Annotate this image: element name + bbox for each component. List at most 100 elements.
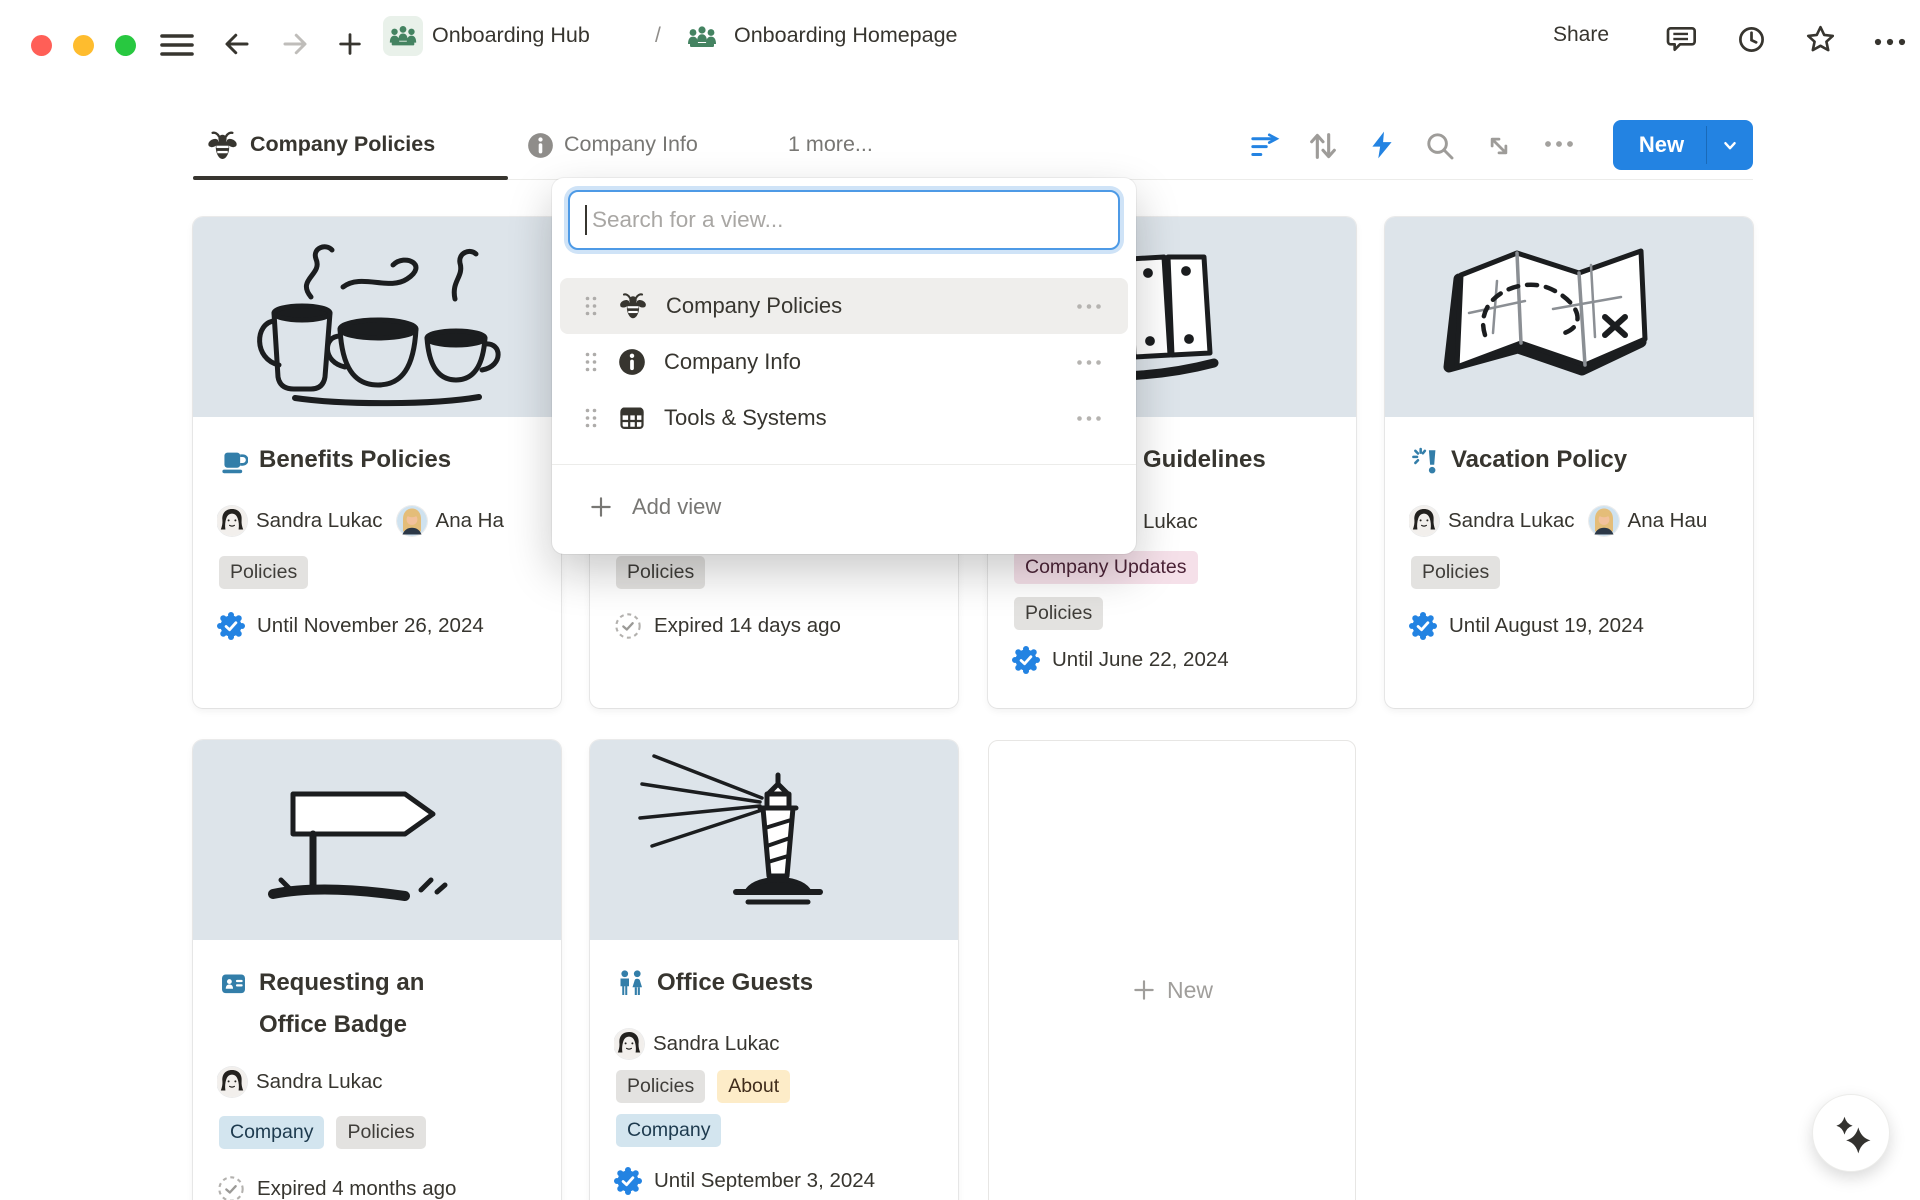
card-status-row: Expired 14 days ago bbox=[614, 607, 841, 645]
window-top-bar: Onboarding Hub / Onboarding Homepage Sha… bbox=[0, 0, 1920, 72]
automations-lightning-icon[interactable] bbox=[1366, 128, 1398, 162]
hamburger-menu-icon[interactable] bbox=[159, 31, 195, 59]
drag-handle-icon[interactable] bbox=[584, 295, 598, 317]
person-name: Lukac bbox=[1143, 510, 1198, 534]
new-button[interactable]: New bbox=[1613, 120, 1753, 170]
view-menu-item-company-info[interactable]: Company Info bbox=[560, 334, 1128, 390]
people-group-icon bbox=[387, 22, 419, 50]
card-office-guests[interactable]: Office Guests Sandra Lukac Policies Abou… bbox=[590, 740, 958, 1200]
card-benefits-policies[interactable]: Benefits Policies Sandra Lukac Ana Ha Po… bbox=[193, 217, 561, 708]
verified-seal-icon bbox=[614, 1167, 642, 1195]
breadcrumb-separator: / bbox=[655, 24, 661, 48]
person-name: Ana Ha bbox=[436, 509, 504, 533]
view-search-box[interactable] bbox=[568, 190, 1120, 250]
new-button-label[interactable]: New bbox=[1613, 120, 1706, 170]
text-cursor bbox=[585, 205, 587, 235]
add-view-label: Add view bbox=[632, 494, 721, 520]
bee-icon bbox=[618, 291, 648, 321]
view-menu-item-label: Company Policies bbox=[666, 293, 1076, 319]
favorite-star-icon[interactable] bbox=[1804, 23, 1837, 56]
two-people-icon bbox=[616, 968, 646, 998]
avatar bbox=[397, 506, 427, 536]
forward-arrow-icon[interactable] bbox=[280, 29, 310, 59]
view-search-input[interactable] bbox=[570, 192, 1118, 248]
close-window-button[interactable] bbox=[31, 35, 52, 56]
more-options-icon[interactable] bbox=[1874, 38, 1908, 46]
chevron-down-icon bbox=[1719, 134, 1741, 156]
card-title-row: Guidelines bbox=[1143, 439, 1266, 481]
view-menu-item-tools-systems[interactable]: Tools & Systems bbox=[560, 390, 1128, 446]
plus-icon bbox=[1131, 977, 1157, 1003]
card-title-row: Requesting anOffice Badge bbox=[219, 962, 424, 1046]
card-tags-row: Policies About bbox=[616, 1070, 790, 1103]
card-people-row: Sandra Lukac Ana Ha bbox=[217, 503, 561, 539]
comments-icon[interactable] bbox=[1664, 23, 1696, 55]
minimize-window-button[interactable] bbox=[73, 35, 94, 56]
map-illustration bbox=[1385, 217, 1753, 417]
history-clock-icon[interactable] bbox=[1736, 24, 1767, 55]
info-circle-icon bbox=[527, 132, 554, 159]
breadcrumb-hub-label[interactable]: Onboarding Hub bbox=[432, 23, 590, 48]
new-card-button[interactable]: New bbox=[988, 740, 1356, 1200]
status-text: Until September 3, 2024 bbox=[654, 1169, 875, 1193]
breadcrumb-page-label[interactable]: Onboarding Homepage bbox=[734, 23, 958, 48]
share-button[interactable]: Share bbox=[1553, 23, 1609, 47]
drag-handle-icon[interactable] bbox=[584, 351, 598, 373]
card-office-badge[interactable]: Requesting anOffice Badge Sandra Lukac C… bbox=[193, 740, 561, 1200]
tag: Company Updates bbox=[1014, 551, 1198, 584]
breadcrumb-hub-item[interactable] bbox=[383, 16, 423, 56]
drag-handle-icon[interactable] bbox=[584, 407, 598, 429]
view-menu-item-label: Company Info bbox=[664, 349, 1076, 375]
expand-view-icon[interactable] bbox=[1484, 131, 1514, 161]
card-status-row: Until September 3, 2024 bbox=[614, 1162, 875, 1200]
exclamation-sun-icon bbox=[1411, 446, 1440, 475]
ai-assistant-button[interactable] bbox=[1812, 1094, 1890, 1172]
signpost-illustration bbox=[193, 740, 561, 940]
card-title: Benefits Policies bbox=[259, 439, 451, 481]
filter-icon[interactable] bbox=[1248, 130, 1282, 162]
tab-more[interactable]: 1 more... bbox=[788, 132, 873, 157]
view-menu-item-company-policies[interactable]: Company Policies bbox=[560, 278, 1128, 334]
tag: Policies bbox=[336, 1116, 425, 1149]
avatar bbox=[217, 1067, 247, 1097]
view-item-options-icon[interactable] bbox=[1076, 415, 1102, 422]
status-text: Expired 4 months ago bbox=[257, 1177, 456, 1200]
tag: About bbox=[717, 1070, 790, 1103]
tab-company-policies[interactable]: Company Policies bbox=[250, 132, 435, 157]
tag: Policies bbox=[616, 1070, 705, 1103]
card-status-row: Until August 19, 2024 bbox=[1409, 607, 1644, 645]
add-view-button[interactable]: Add view bbox=[560, 480, 1128, 534]
card-status-row: Until November 26, 2024 bbox=[217, 607, 484, 645]
new-card-label: New bbox=[1167, 977, 1213, 1004]
verified-seal-icon bbox=[1012, 646, 1040, 674]
back-arrow-icon[interactable] bbox=[222, 29, 252, 59]
view-options-icon[interactable] bbox=[1544, 140, 1576, 148]
card-tags-row: Company Policies bbox=[219, 1116, 426, 1149]
status-text: Until August 19, 2024 bbox=[1449, 614, 1644, 638]
card-vacation-policy[interactable]: Vacation Policy Sandra Lukac Ana Hau Pol… bbox=[1385, 217, 1753, 708]
view-menu-item-label: Tools & Systems bbox=[664, 405, 1076, 431]
card-people-row: Sandra Lukac bbox=[614, 1026, 958, 1062]
card-tags-row: Company bbox=[616, 1114, 721, 1147]
zoom-window-button[interactable] bbox=[115, 35, 136, 56]
sort-icon[interactable] bbox=[1306, 129, 1340, 163]
card-title-row: Vacation Policy bbox=[1411, 439, 1627, 481]
info-circle-icon bbox=[618, 348, 646, 376]
new-page-plus-icon[interactable] bbox=[336, 30, 364, 58]
menu-divider bbox=[552, 464, 1136, 465]
avatar bbox=[217, 506, 247, 536]
coffee-mugs-illustration bbox=[193, 217, 561, 417]
avatar bbox=[1409, 506, 1439, 536]
avatar bbox=[614, 1029, 644, 1059]
tag: Policies bbox=[219, 556, 308, 589]
sparkles-icon bbox=[1825, 1107, 1877, 1159]
search-icon[interactable] bbox=[1424, 130, 1456, 162]
view-item-options-icon[interactable] bbox=[1076, 303, 1102, 310]
new-button-dropdown[interactable] bbox=[1707, 120, 1753, 170]
card-tags-row: Policies bbox=[616, 556, 705, 589]
tab-company-info[interactable]: Company Info bbox=[564, 132, 698, 157]
table-icon bbox=[618, 404, 646, 432]
card-title-row: Benefits Policies bbox=[219, 439, 451, 481]
coffee-cup-icon bbox=[219, 446, 248, 475]
view-item-options-icon[interactable] bbox=[1076, 359, 1102, 366]
